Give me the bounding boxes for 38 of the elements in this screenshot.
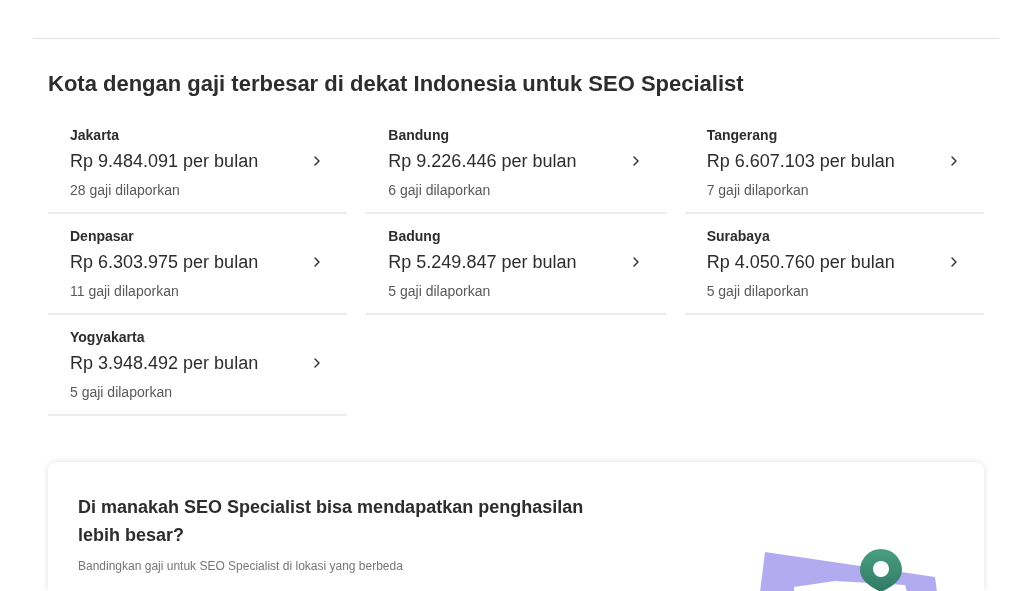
city-salary-link[interactable]: Yogyakarta Rp 3.948.492 per bulan 5 gaji dilaporkan (48, 315, 348, 416)
section-title: Kota dengan gaji terbesar di dekat Indonesia untuk SEO Specialist (48, 70, 745, 98)
card-title: Di manakah SEO Specialist bisa mendapatkan penghasilan lebih besar? (78, 496, 585, 547)
chevron-right-icon (314, 358, 321, 368)
city-salary-link[interactable]: Tangerang Rp 6.607.103 per bulan 7 gaji dilaporkan (684, 113, 984, 214)
reports-count: 28 gaji dilaporkan (70, 181, 181, 200)
salary-amount: Rp 9.226.446 per bulan (388, 150, 577, 173)
card-subtitle: Bandingkan gaji untuk SEO Specialist di lokasi yang berbeda (78, 558, 404, 575)
city-salary-link[interactable]: Badung Rp 5.249.847 per bulan 5 gaji dilaporkan (366, 214, 666, 315)
reports-count: 5 gaji dilaporkan (388, 282, 492, 301)
city-salary-link[interactable]: Surabaya Rp 4.050.760 per bulan 5 gaji dilaporkan (684, 214, 984, 315)
reports-count: 7 gaji dilaporkan (706, 181, 810, 200)
salary-amount: Rp 6.607.103 per bulan (706, 150, 895, 173)
chevron-right-icon (951, 257, 957, 267)
chevron-right-icon (314, 156, 321, 166)
salary-amount: Rp 9.484.091 per bulan (70, 150, 259, 173)
city-name: Surabaya (706, 227, 771, 246)
salary-amount: Rp 3.948.492 per bulan (70, 352, 259, 375)
chevron-right-icon (314, 257, 321, 267)
city-salary-link[interactable]: Bandung Rp 9.226.446 per bulan 6 gaji dilaporkan (366, 113, 666, 214)
city-name: Badung (388, 227, 442, 246)
city-salary-link[interactable]: Denpasar Rp 6.303.975 per bulan 11 gaji dilaporkan (48, 214, 348, 315)
city-name: Bandung (388, 126, 450, 145)
reports-count: 6 gaji dilaporkan (388, 181, 492, 200)
city-name: Tangerang (706, 126, 779, 145)
chevron-right-icon (951, 156, 957, 166)
salary-amount: Rp 5.249.847 per bulan (388, 251, 577, 274)
city-name: Denpasar (70, 227, 135, 246)
city-name: Jakarta (70, 126, 121, 145)
reports-count: 11 gaji dilaporkan (70, 282, 180, 301)
salary-amount: Rp 6.303.975 per bulan (70, 251, 259, 274)
chevron-right-icon (632, 156, 639, 166)
reports-count: 5 gaji dilaporkan (70, 383, 173, 402)
city-name: Yogyakarta (70, 328, 146, 347)
reports-count: 5 gaji dilaporkan (706, 282, 810, 301)
chevron-right-icon (632, 257, 639, 267)
city-salary-link[interactable]: Jakarta Rp 9.484.091 per bulan 28 gaji dilaporkan (48, 113, 348, 214)
salary-amount: Rp 4.050.760 per bulan (706, 251, 895, 274)
